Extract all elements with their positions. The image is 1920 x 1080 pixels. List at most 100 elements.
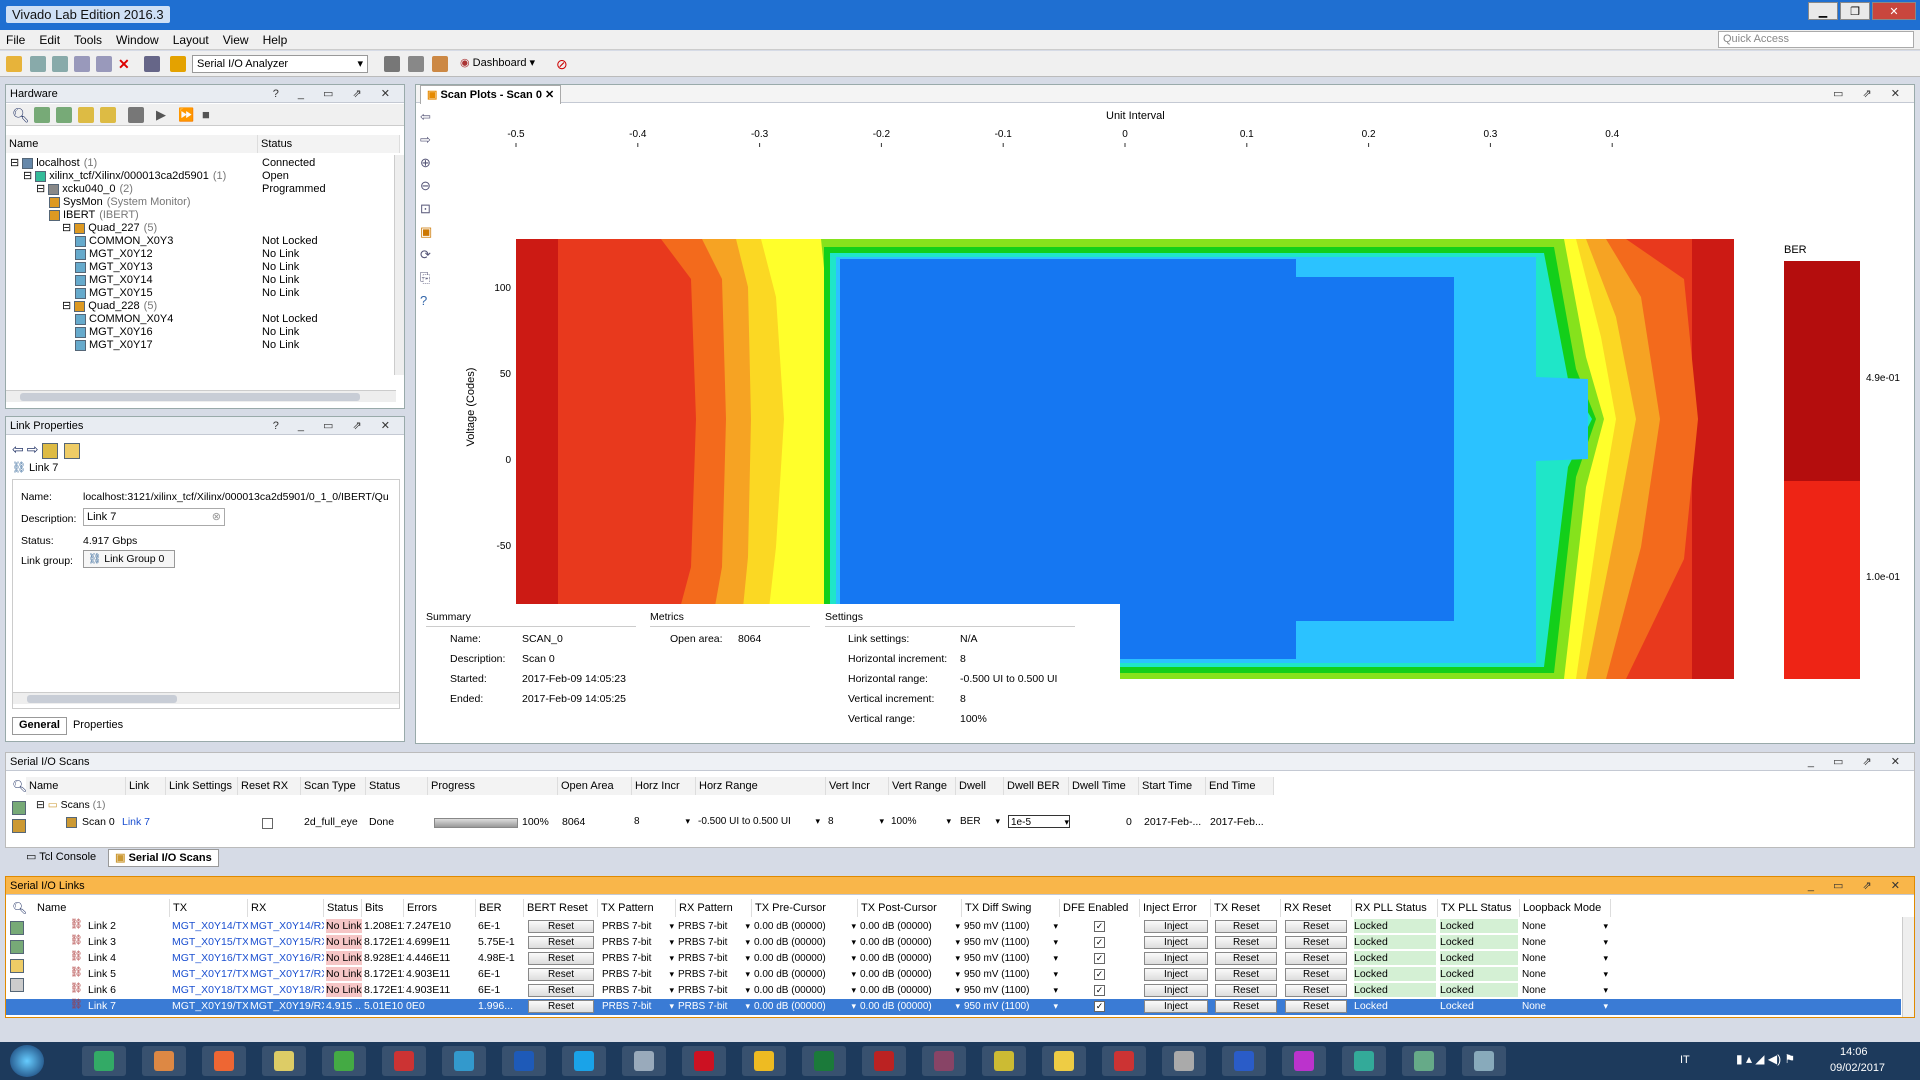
tx-diff-swing-select[interactable]: 950 mV (1100) [964, 952, 1058, 965]
panel-controls[interactable]: _ ▭ ⇗ ✕ [1808, 753, 1908, 771]
taskbar-app[interactable] [322, 1046, 366, 1076]
panel-controls[interactable]: ? _ ▭ ⇗ ✕ [273, 85, 398, 103]
tx-postcursor-select[interactable]: 0.00 dB (00000) [860, 936, 960, 949]
scans-col-header[interactable]: Horz Incr [632, 777, 696, 795]
taskbar-app[interactable] [622, 1046, 666, 1076]
links-col-header[interactable]: BERT Reset [524, 899, 598, 917]
link-row[interactable]: ⛓ Link 2 MGT_X0Y14/TX MGT_X0Y14/RX No Link 1.… [6, 919, 1901, 935]
horizontal-scrollbar[interactable] [13, 692, 399, 704]
scans-col-header[interactable]: Vert Range [889, 777, 956, 795]
inject-error-button[interactable]: Inject [1144, 920, 1208, 933]
rx-pattern-select[interactable]: PRBS 7-bit [678, 968, 750, 981]
links-col-header[interactable]: TX [170, 899, 248, 917]
expand-all-icon[interactable] [56, 107, 72, 123]
tx-pattern-select[interactable]: PRBS 7-bit [602, 968, 674, 981]
tx-postcursor-select[interactable]: 0.00 dB (00000) [860, 952, 960, 965]
scans-col-header[interactable]: Status [366, 777, 428, 795]
menu-file[interactable]: File [6, 33, 25, 47]
search-icon[interactable]: 🔍︎ [12, 779, 27, 793]
taskbar-app[interactable] [1222, 1046, 1266, 1076]
links-col-header[interactable]: Inject Error [1140, 899, 1211, 917]
links-col-header[interactable]: RX Reset [1281, 899, 1352, 917]
menu-edit[interactable]: Edit [39, 33, 60, 47]
loopback-mode-select[interactable]: None [1522, 920, 1608, 933]
link-row[interactable]: ⛓ Link 5 MGT_X0Y17/TX MGT_X0Y17/RX No Link 8.… [6, 967, 1901, 983]
horizontal-scrollbar[interactable] [6, 390, 396, 402]
tx-pattern-select[interactable]: PRBS 7-bit [602, 952, 674, 965]
rx-pattern-select[interactable]: PRBS 7-bit [678, 1000, 750, 1013]
vert-range-select[interactable]: 100% [891, 815, 951, 828]
search-icon[interactable]: 🔍︎ [12, 107, 30, 123]
close-tab-icon[interactable]: ✕ [545, 89, 554, 101]
tx-precursor-select[interactable]: 0.00 dB (00000) [754, 968, 856, 981]
quick-access-input[interactable]: Quick Access [1718, 31, 1914, 48]
forward-arrow-icon[interactable]: ⇨ [420, 132, 436, 148]
loopback-mode-select[interactable]: None [1522, 1000, 1608, 1013]
tx-diff-swing-select[interactable]: 950 mV (1100) [964, 968, 1058, 981]
marker-icon[interactable] [408, 56, 424, 72]
scan-row[interactable]: Scan 0 Link 7 2d_full_eye Done 100% 8064 8 -0.5… [6, 815, 1914, 831]
inject-error-button[interactable]: Inject [1144, 968, 1208, 981]
clock-time[interactable]: 14:06 [1840, 1046, 1868, 1058]
settings-icon[interactable] [144, 56, 160, 72]
zoom-in-icon[interactable]: ⊕ [420, 155, 436, 171]
tree-node[interactable]: MGT_X0Y17 No Link [6, 337, 396, 353]
tx-pattern-select[interactable]: PRBS 7-bit [602, 920, 674, 933]
undo-icon[interactable] [30, 56, 46, 72]
tab-serial-io-scans[interactable]: ▣ Serial I/O Scans [108, 849, 219, 867]
tx-reset-button[interactable]: Reset [1215, 936, 1277, 949]
scan-link[interactable]: Link 7 [122, 815, 162, 829]
bert-reset-button[interactable]: Reset [528, 984, 594, 997]
scans-col-header[interactable]: Open Area [558, 777, 632, 795]
tab-general[interactable]: General [12, 717, 67, 735]
inject-error-button[interactable]: Inject [1144, 952, 1208, 965]
minimize-button[interactable]: ▁ [1808, 2, 1838, 20]
taskbar-app[interactable] [1162, 1046, 1206, 1076]
scans-col-header[interactable]: Progress [428, 777, 558, 795]
link-row[interactable]: ⛓ Link 3 MGT_X0Y15/TX MGT_X0Y15/RX No Link 8.… [6, 935, 1901, 951]
dwell-select[interactable]: BER [960, 815, 1000, 828]
dfe-enabled-checkbox[interactable]: ✓ [1094, 953, 1105, 964]
taskbar-app[interactable] [742, 1046, 786, 1076]
taskbar-app[interactable] [1042, 1046, 1086, 1076]
col-status[interactable]: Status [258, 135, 400, 153]
links-col-header[interactable]: Loopback Mode [1520, 899, 1611, 917]
links-col-header[interactable]: DFE Enabled [1060, 899, 1140, 917]
delete-icon[interactable]: ✕ [118, 56, 134, 72]
links-col-header[interactable]: TX Reset [1211, 899, 1281, 917]
layout-select[interactable]: Serial I/O Analyzer ▾ [192, 55, 368, 73]
vert-incr-select[interactable]: 8 [828, 815, 884, 828]
stop-icon[interactable]: ■ [202, 107, 218, 123]
rx-pattern-select[interactable]: PRBS 7-bit [678, 984, 750, 997]
links-col-header[interactable]: TX Post-Cursor [858, 899, 962, 917]
panel-controls[interactable]: _ ▭ ⇗ ✕ [1808, 877, 1908, 895]
bert-reset-button[interactable]: Reset [528, 952, 594, 965]
menu-help[interactable]: Help [263, 33, 288, 47]
clear-icon[interactable]: ⊗ [212, 509, 221, 525]
links-col-header[interactable]: BER [476, 899, 524, 917]
run-all-icon[interactable]: ⏩ [178, 107, 194, 123]
taskbar-app[interactable] [562, 1046, 606, 1076]
taskbar-app[interactable] [442, 1046, 486, 1076]
loopback-mode-select[interactable]: None [1522, 952, 1608, 965]
links-col-header[interactable]: Status [324, 899, 362, 917]
bert-reset-button[interactable]: Reset [528, 1000, 594, 1013]
scans-col-header[interactable]: Name [26, 777, 126, 795]
tx-reset-button[interactable]: Reset [1215, 1000, 1277, 1013]
zoom-fit-icon[interactable]: ⊡ [420, 201, 436, 217]
screenshot-icon[interactable]: ▣ [420, 224, 436, 240]
back-arrow-icon[interactable]: ⇦ [420, 109, 436, 125]
link-group-button[interactable]: ⛓ Link Group 0 [83, 550, 175, 568]
taskbar-app[interactable] [1102, 1046, 1146, 1076]
links-col-header[interactable]: Name [34, 899, 170, 917]
taskbar-app[interactable] [202, 1046, 246, 1076]
tx-postcursor-select[interactable]: 0.00 dB (00000) [860, 920, 960, 933]
links-col-header[interactable]: RX [248, 899, 324, 917]
close-button[interactable]: ✕ [1872, 2, 1916, 20]
links-col-header[interactable]: Bits [362, 899, 404, 917]
taskbar-app[interactable] [682, 1046, 726, 1076]
refresh-device-icon[interactable] [100, 107, 116, 123]
taskbar-app[interactable] [502, 1046, 546, 1076]
vertical-scrollbar[interactable] [394, 155, 404, 375]
run-icon[interactable]: ▶ [156, 107, 172, 123]
